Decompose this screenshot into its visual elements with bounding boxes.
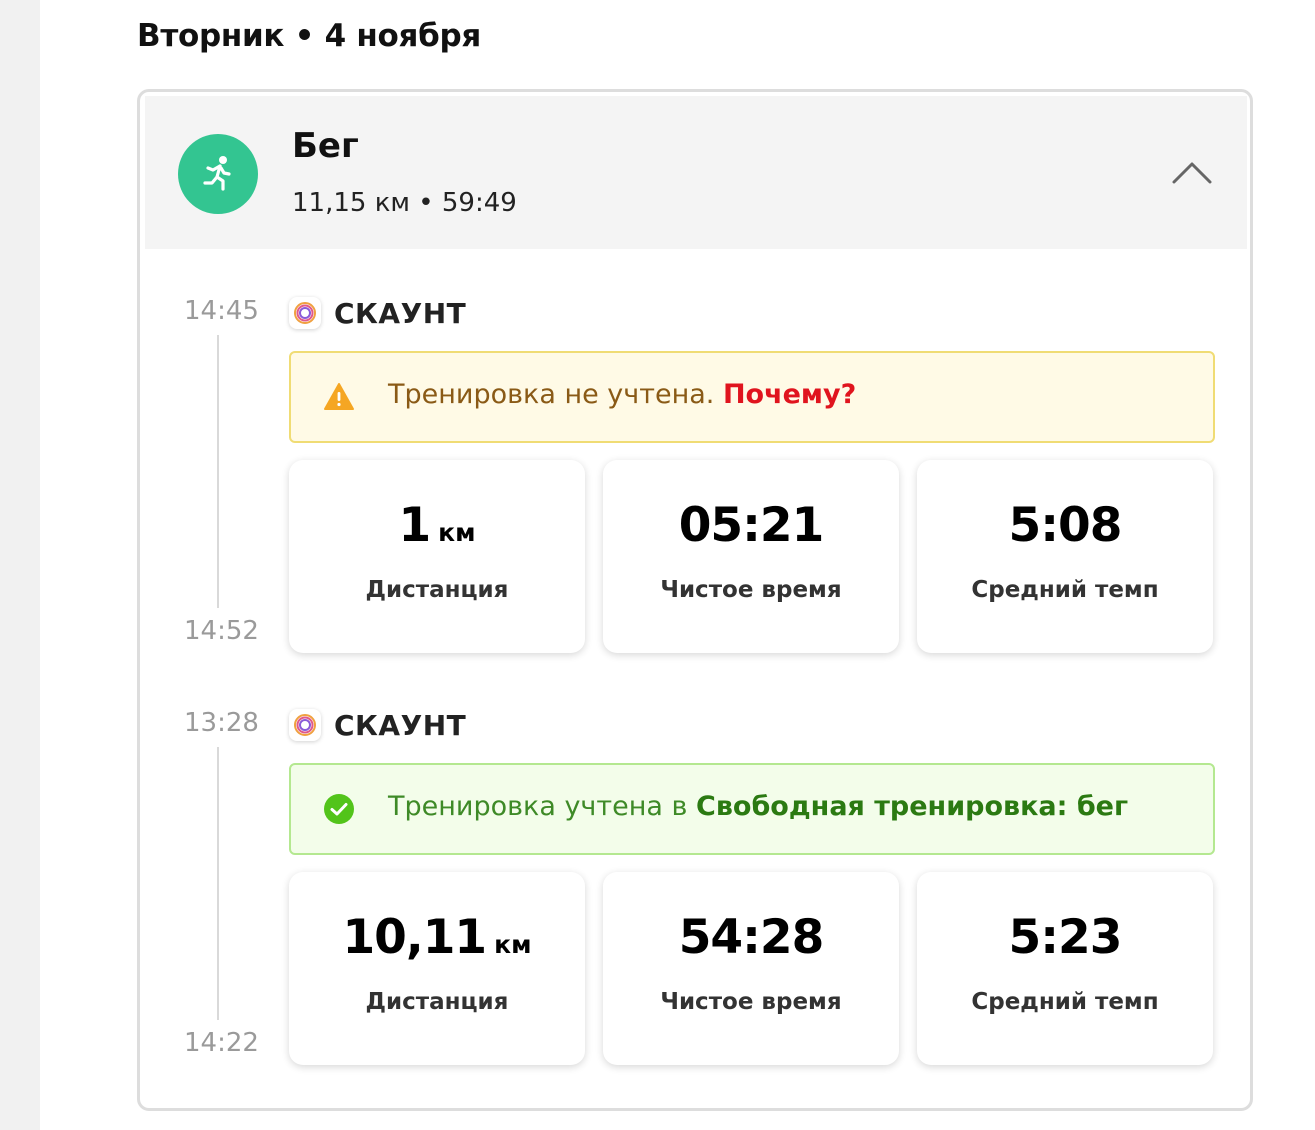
- time-value: 54:28: [678, 910, 825, 965]
- success-notice: Тренировка учтена в Свободная тренировка…: [289, 763, 1215, 855]
- stat-label: Чистое время: [660, 989, 842, 1015]
- warning-notice: Тренировка не учтена. Почему?: [289, 351, 1215, 443]
- timeline-line: [217, 335, 219, 608]
- stat-card-pace: 5:23 Средний темп: [917, 872, 1213, 1065]
- stat-label: Дистанция: [365, 989, 509, 1015]
- time-value: 05:21: [678, 498, 825, 553]
- distance-value: 10,11: [342, 910, 487, 965]
- check-circle-icon: [322, 792, 356, 826]
- stat-card-time: 05:21 Чистое время: [603, 460, 899, 653]
- stat-label: Дистанция: [365, 577, 509, 603]
- session-end-time: 14:22: [184, 1028, 259, 1058]
- session-start-time: 13:28: [184, 708, 259, 738]
- stat-value: 1 км: [289, 498, 585, 553]
- stat-card-distance: 10,11 км Дистанция: [289, 872, 585, 1065]
- why-link[interactable]: Почему?: [723, 379, 856, 410]
- distance-unit: км: [494, 930, 532, 959]
- stat-value: 10,11 км: [289, 910, 585, 965]
- skaunt-logo-icon: [289, 709, 321, 741]
- stat-label: Чистое время: [660, 577, 842, 603]
- stat-label: Средний темп: [971, 989, 1159, 1015]
- stat-card-pace: 5:08 Средний темп: [917, 460, 1213, 653]
- source-name: СКАУНТ: [334, 296, 467, 330]
- notice-text: Тренировка учтена в: [388, 791, 696, 822]
- program-link[interactable]: Свободная тренировка: бег: [696, 791, 1128, 822]
- pace-value: 5:23: [1008, 910, 1123, 965]
- source-name: СКАУНТ: [334, 708, 467, 742]
- session-end-time: 14:52: [184, 616, 259, 646]
- stat-label: Средний темп: [971, 577, 1159, 603]
- session-start-time: 14:45: [184, 296, 259, 326]
- left-sidebar-strip: [0, 0, 40, 1130]
- source-label: СКАУНТ: [289, 708, 466, 742]
- source-label: СКАУНТ: [289, 296, 466, 330]
- running-person-icon: [178, 134, 258, 214]
- distance-value: 1: [398, 498, 431, 553]
- stat-card-time: 54:28 Чистое время: [603, 872, 899, 1065]
- activity-title: Бег: [292, 126, 359, 166]
- notice-message: Тренировка учтена в Свободная тренировка…: [388, 791, 1128, 822]
- stat-card-distance: 1 км Дистанция: [289, 460, 585, 653]
- activity-header[interactable]: Бег 11,15 км • 59:49: [145, 96, 1247, 249]
- distance-unit: км: [438, 518, 476, 547]
- warning-triangle-icon: [322, 380, 356, 414]
- activity-card: Бег 11,15 км • 59:49 14:45 14:52 СКАУНТ: [137, 89, 1253, 1111]
- skaunt-logo-icon: [289, 297, 321, 329]
- pace-value: 5:08: [1008, 498, 1123, 553]
- chevron-up-icon[interactable]: [1170, 156, 1214, 188]
- notice-text: Тренировка не учтена.: [388, 379, 723, 410]
- timeline-line: [217, 747, 219, 1020]
- activity-summary: 11,15 км • 59:49: [292, 188, 517, 218]
- notice-message: Тренировка не учтена. Почему?: [388, 379, 856, 410]
- date-heading: Вторник • 4 ноября: [137, 18, 481, 54]
